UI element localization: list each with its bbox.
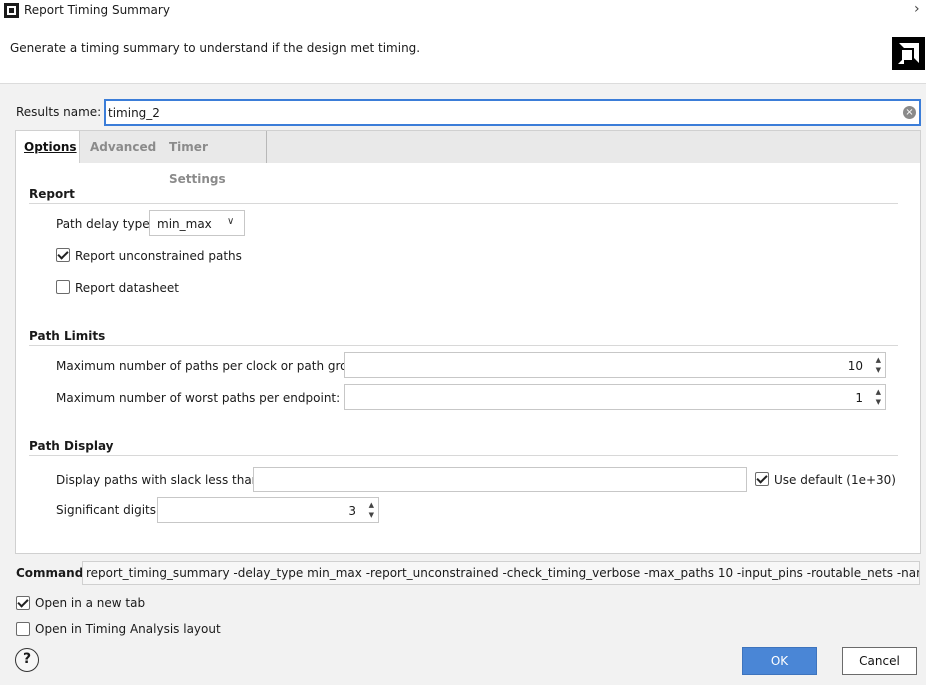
command-field[interactable]: report_timing_summary -delay_type min_ma… <box>82 561 920 585</box>
max-paths-label: Maximum number of paths per clock or pat… <box>56 359 367 373</box>
results-name-input[interactable]: timing_2 × <box>104 99 921 126</box>
report-section-title: Report <box>29 187 75 201</box>
tab-advanced[interactable]: Advanced <box>82 131 157 163</box>
tab-timer-settings[interactable]: Timer Settings <box>161 131 267 186</box>
increment-icon[interactable]: ▲ <box>369 502 374 509</box>
command-label: Command: <box>16 566 89 580</box>
close-icon[interactable]: › <box>914 1 920 17</box>
open-new-tab-label: Open in a new tab <box>35 596 146 610</box>
significant-digits-value: 3 <box>348 504 356 518</box>
chevron-down-icon: ∨ <box>227 216 235 227</box>
report-unconstrained-label: Report unconstrained paths <box>75 249 242 263</box>
results-name-value: timing_2 <box>108 106 160 120</box>
increment-icon[interactable]: ▲ <box>876 389 881 396</box>
report-datasheet-checkbox[interactable] <box>56 280 70 294</box>
title-bar: Report Timing Summary › <box>0 0 926 22</box>
open-new-tab-checkbox[interactable] <box>16 596 30 610</box>
timing-layout-checkbox[interactable] <box>16 622 30 636</box>
use-default-label: Use default (1e+30) <box>774 473 896 487</box>
decrement-icon[interactable]: ▼ <box>876 367 881 374</box>
ok-button[interactable]: OK <box>742 647 817 675</box>
results-name-label: Results name: <box>16 105 102 119</box>
section-divider <box>29 203 898 204</box>
decrement-icon[interactable]: ▼ <box>369 512 374 519</box>
path-delay-value: min_max <box>157 217 212 231</box>
max-paths-spinner[interactable]: 10 ▲ ▼ <box>344 352 886 378</box>
help-icon[interactable]: ? <box>15 648 39 672</box>
dialog-header: Generate a timing summary to understand … <box>0 22 926 84</box>
max-paths-value: 10 <box>847 359 863 373</box>
increment-icon[interactable]: ▲ <box>876 357 881 364</box>
brand-logo-icon <box>892 37 925 70</box>
path-display-section-title: Path Display <box>29 439 114 453</box>
cancel-button[interactable]: Cancel <box>842 647 917 675</box>
options-panel: Options Advanced Timer Settings Report P… <box>15 130 921 554</box>
path-limits-section-title: Path Limits <box>29 329 106 343</box>
window-title: Report Timing Summary <box>24 3 170 17</box>
path-delay-select[interactable]: min_max ∨ <box>149 210 245 236</box>
dialog-description: Generate a timing summary to understand … <box>10 41 421 55</box>
slack-label: Display paths with slack less than: <box>56 473 264 487</box>
timing-layout-label: Open in Timing Analysis layout <box>35 622 221 636</box>
slack-input[interactable] <box>253 467 747 492</box>
worst-paths-value: 1 <box>855 391 863 405</box>
significant-digits-spinner[interactable]: 3 ▲ ▼ <box>157 497 379 523</box>
significant-digits-label: Significant digits: <box>56 503 161 517</box>
use-default-checkbox[interactable] <box>755 472 769 486</box>
tab-options[interactable]: Options <box>16 131 80 163</box>
section-divider <box>29 455 898 456</box>
command-text: report_timing_summary -delay_type min_ma… <box>86 566 920 580</box>
section-divider <box>29 345 898 346</box>
path-delay-label: Path delay type: <box>56 217 154 231</box>
app-icon <box>4 3 19 18</box>
decrement-icon[interactable]: ▼ <box>876 399 881 406</box>
report-datasheet-label: Report datasheet <box>75 281 179 295</box>
report-unconstrained-checkbox[interactable] <box>56 248 70 262</box>
clear-icon[interactable]: × <box>903 106 916 119</box>
tab-bar: Options Advanced Timer Settings <box>16 131 920 186</box>
worst-paths-spinner[interactable]: 1 ▲ ▼ <box>344 384 886 410</box>
worst-paths-label: Maximum number of worst paths per endpoi… <box>56 391 341 405</box>
